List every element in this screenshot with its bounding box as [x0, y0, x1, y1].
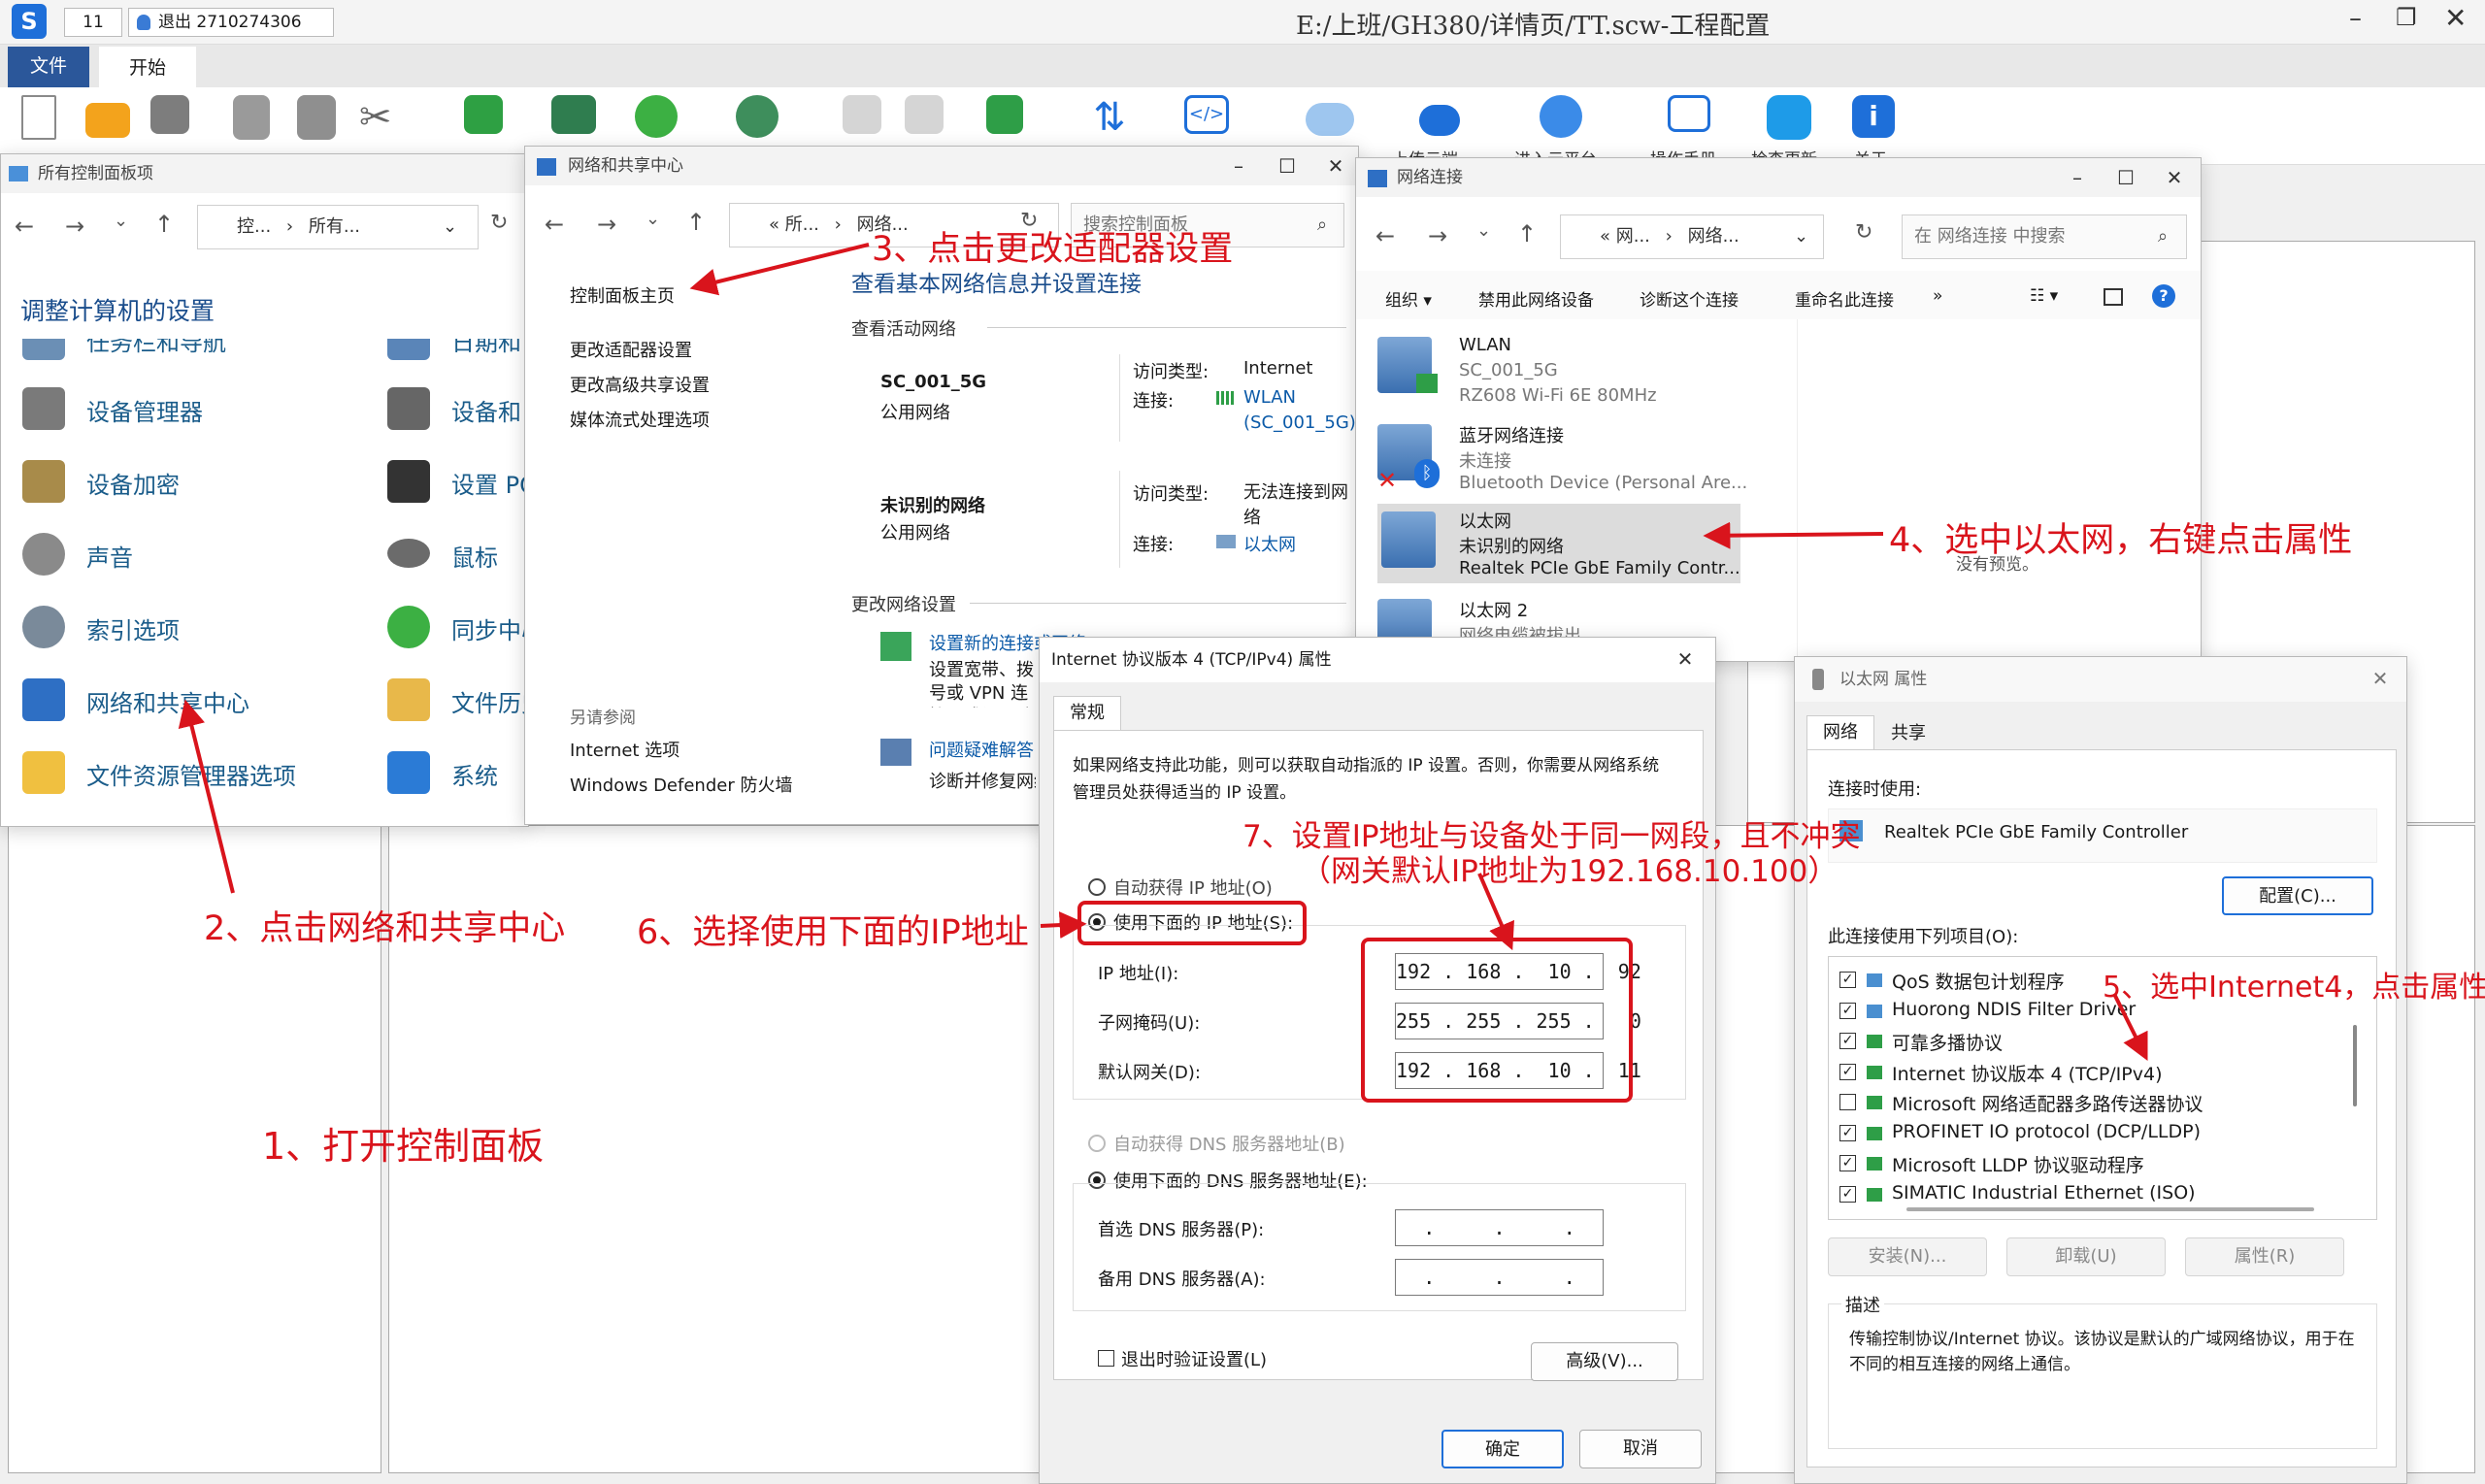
annotation-step4: 4、选中以太网，右键点击属性 [1889, 521, 2353, 560]
annotation-step2: 2、点击网络和共享中心 [204, 909, 566, 948]
arrow-step6 [1040, 911, 1087, 940]
highlight-manual-ip [1077, 901, 1307, 945]
annotation-step3: 3、点击更改适配器设置 [872, 230, 1234, 269]
arrow-step4 [1703, 521, 1884, 549]
annotation-step7-line2: （网关默认IP地址为192.168.10.100） [1301, 854, 1839, 889]
annotation-step5: 5、选中Internet4，点击属性 [2103, 971, 2485, 1005]
annotation-step6: 6、选择使用下面的IP地址 [637, 913, 1029, 952]
annotation-arrows [178, 243, 2148, 1103]
highlight-ip-fields [1361, 938, 1633, 1103]
arrow-step2 [178, 699, 235, 894]
annotation-step1: 1、打开控制面板 [262, 1125, 545, 1168]
arrow-step3 [689, 243, 870, 296]
